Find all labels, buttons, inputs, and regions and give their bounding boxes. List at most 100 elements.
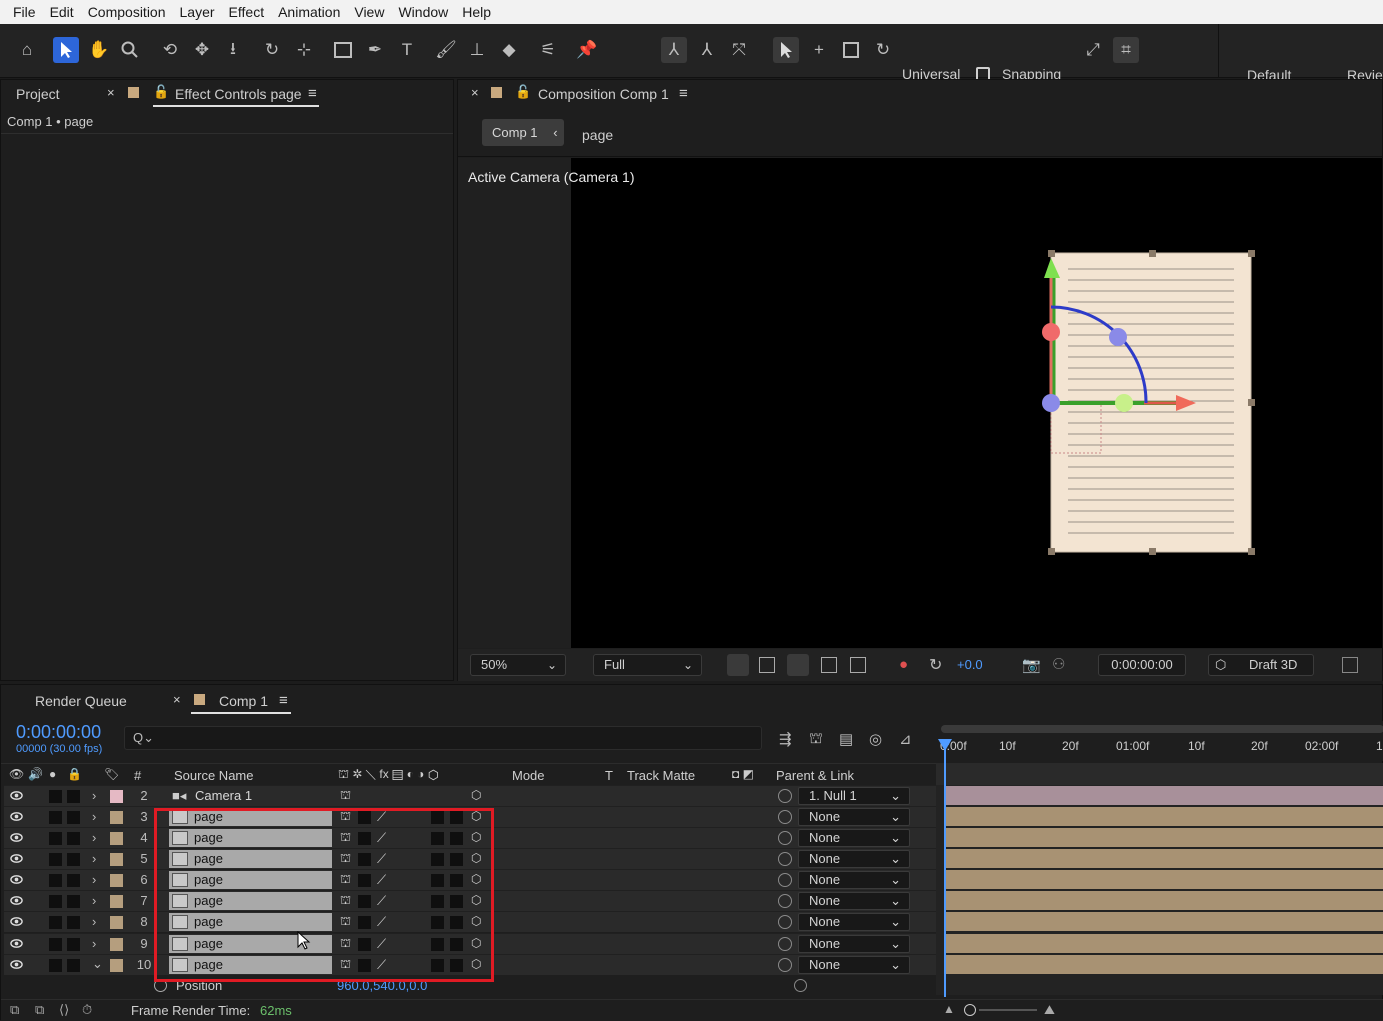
solo-toggle[interactable] [49,811,62,824]
column-track-matte[interactable]: Track Matte [627,768,695,783]
panel-menu-icon[interactable]: ≡ [308,85,317,102]
eye-icon[interactable] [10,873,23,886]
renderer-button[interactable]: ⬡ Draft 3D [1208,654,1314,676]
lock-toggle[interactable] [67,874,80,887]
tab-project[interactable]: Project [16,86,60,102]
view-axis-icon[interactable]: ⤧ [726,37,752,63]
label-color-swatch[interactable] [110,938,123,951]
layer-bar-page[interactable] [945,934,1383,953]
world-axis-icon[interactable]: ⅄ [694,37,720,63]
zoom-tool-icon[interactable] [117,37,143,63]
eye-icon[interactable] [10,831,23,844]
chevron-right-icon[interactable]: › [92,809,96,824]
show-snapshot-icon[interactable]: ⚇ [1052,655,1065,673]
lock-icon[interactable]: 🔓 [515,84,531,100]
solo-toggle[interactable] [49,853,62,866]
lock-toggle[interactable] [67,895,80,908]
layer-bar-page[interactable] [945,807,1383,826]
shy-switch-icon[interactable]: ⛫ [340,788,351,804]
3d-view-layout-icon[interactable] [1342,657,1358,673]
snap-options-icon[interactable]: ⤢ [1080,37,1106,63]
transparency-grid-icon[interactable] [759,657,775,673]
zoom-dropdown[interactable]: 50% ⌄ [470,654,566,676]
shy-layers-icon[interactable]: ⛫ [809,730,823,749]
zoom-out-icon[interactable]: ▲ [943,1002,955,1016]
brush-tool-icon[interactable]: 🖌 [433,37,459,63]
tab-render-queue[interactable]: Render Queue [35,693,127,709]
reset-exposure-icon[interactable]: ↻ [929,655,942,675]
pick-whip-icon[interactable] [778,852,792,866]
column-source-name[interactable]: Source Name [174,768,253,783]
tab-comp-1[interactable]: Comp 1 [219,693,268,709]
pick-whip-icon[interactable] [778,873,792,887]
column-mode[interactable]: Mode [512,768,545,783]
rectangle-tool-icon[interactable] [330,37,356,63]
layer-row-camera[interactable]: › 2 ■◂ Camera 1 ⛫ ⬡ 1. Null 1 ⌄ [4,785,936,806]
lock-toggle[interactable] [67,853,80,866]
solo-toggle[interactable] [49,874,62,887]
label-color-swatch[interactable] [110,916,123,929]
menu-animation[interactable]: Animation [271,0,347,24]
eye-icon[interactable] [10,852,23,865]
graph-editor-icon[interactable]: ⊿ [899,730,912,748]
parent-dropdown[interactable]: None ⌄ [798,829,910,847]
label-tag-icon[interactable]: 🏷 [104,767,119,781]
close-icon[interactable]: × [173,692,181,707]
orbit-camera-icon[interactable]: ⟲ [157,37,183,63]
pick-whip-icon[interactable] [778,810,792,824]
composition-mini-flowchart-icon[interactable]: ⇶ [779,730,792,748]
pick-whip-icon[interactable] [778,958,792,972]
layer-bar-page[interactable] [945,912,1383,931]
page-layer-gizmo[interactable] [1034,242,1264,562]
label-color-swatch[interactable] [110,959,123,972]
solo-switch-icon[interactable]: ● [49,767,56,781]
chevron-right-icon[interactable]: › [92,914,96,929]
pick-whip-icon[interactable] [778,831,792,845]
solo-toggle[interactable] [49,790,62,803]
3d-layer-icon[interactable]: ⬡ [471,788,481,802]
3d-select-icon[interactable] [773,37,799,63]
menu-edit[interactable]: Edit [43,0,81,24]
eye-icon[interactable] [10,958,23,971]
fast-previews-icon[interactable] [727,654,749,676]
label-color-swatch[interactable] [110,895,123,908]
parent-dropdown[interactable]: None ⌄ [798,871,910,889]
layer-bar-page[interactable] [945,849,1383,868]
layer-bar-page[interactable] [945,828,1383,847]
label-color-swatch[interactable] [110,790,123,803]
label-color-swatch[interactable] [110,811,123,824]
transfer-controls-icon[interactable]: ⧉ [35,1002,44,1018]
chevron-down-icon[interactable]: ⌄ [92,956,103,972]
pan-behind-icon[interactable]: ⊹ [291,37,317,63]
close-icon[interactable]: × [107,85,115,100]
column-parent-link[interactable]: Parent & Link [776,768,854,783]
lock-switch-icon[interactable]: 🔒 [67,767,82,781]
layer-bar-page[interactable] [945,870,1383,889]
menu-effect[interactable]: Effect [222,0,272,24]
motion-blur-icon[interactable]: ◎ [869,730,882,748]
timeline-timecode[interactable]: 0:00:00:00 [16,722,101,743]
parent-dropdown[interactable]: None ⌄ [798,913,910,931]
close-icon[interactable]: × [471,85,479,100]
menu-file[interactable]: File [6,0,43,24]
eye-icon[interactable] [10,789,23,802]
pick-whip-icon[interactable] [778,789,792,803]
playhead-handle[interactable] [938,739,952,751]
eye-icon[interactable] [10,894,23,907]
breadcrumb-layer[interactable]: page [582,127,613,143]
playhead[interactable] [944,741,946,997]
video-switch-icon[interactable]: 👁 [9,767,24,781]
menu-window[interactable]: Window [391,0,455,24]
parent-dropdown[interactable]: None ⌄ [798,892,910,910]
render-time-icon[interactable]: ⏱ [82,1002,92,1018]
parent-dropdown[interactable]: None ⌄ [798,850,910,868]
channels-icon[interactable]: ● [899,656,908,673]
layer-switches-icon[interactable]: ⧉ [10,1002,19,1018]
chevron-right-icon[interactable]: › [92,893,96,908]
layer-name[interactable]: Camera 1 [195,788,252,803]
mask-visibility-icon[interactable] [787,654,809,676]
chevron-right-icon[interactable]: › [92,936,96,951]
search-input[interactable]: Q⌄ [124,726,762,750]
region-of-interest-icon[interactable] [821,657,837,673]
3d-rotate-icon[interactable]: ↻ [870,37,896,63]
